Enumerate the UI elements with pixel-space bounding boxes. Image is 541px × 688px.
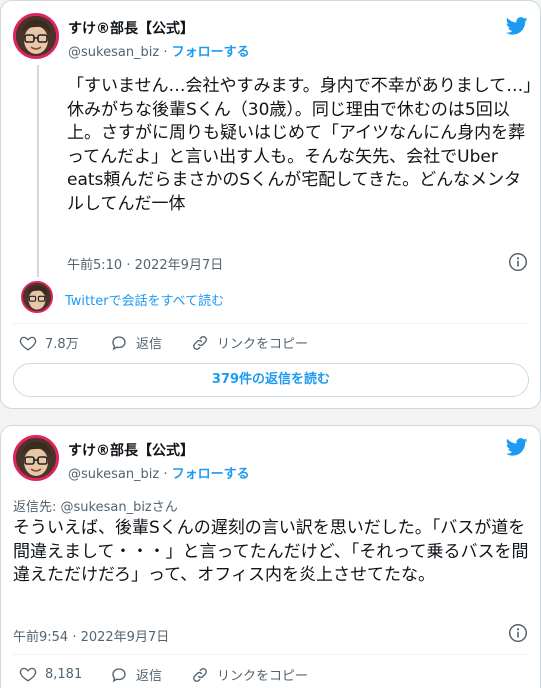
twitter-bird-icon[interactable] — [506, 438, 528, 456]
divider — [13, 654, 528, 655]
copy-link-action[interactable]: リンクをコピー — [191, 333, 308, 352]
handle-row: @sukesan_biz · フォローする — [68, 463, 250, 482]
tweet-card-2: すけ®部長【公式】 @sukesan_biz · フォローする 返信先: @su… — [0, 425, 541, 688]
link-icon — [193, 667, 207, 682]
separator: · — [163, 45, 168, 60]
like-count: 7.8万 — [45, 337, 79, 352]
follow-button[interactable]: フォローする — [172, 45, 250, 60]
heart-icon — [19, 667, 37, 682]
copy-link-action[interactable]: リンクをコピー — [191, 665, 308, 684]
reply-label: 返信 — [136, 669, 163, 684]
avatar[interactable] — [13, 13, 59, 59]
reply-action[interactable]: 返信 — [110, 665, 162, 684]
reply-icon — [112, 335, 126, 350]
handle-row: @sukesan_biz · フォローする — [68, 41, 250, 60]
author-name[interactable]: すけ®部長【公式】 — [68, 18, 194, 38]
twitter-bird-icon[interactable] — [506, 17, 528, 35]
thread-line — [37, 65, 39, 277]
reply-to-label[interactable]: 返信先: @sukesan_bizさん — [13, 496, 178, 515]
tweet-text: そういえば、後輩Sくんの遅刻の言い訳を思いだした。「バスが道を間違えまして・・・… — [13, 518, 529, 585]
link-icon — [193, 335, 207, 350]
read-full-conversation-link[interactable]: Twitterで会話をすべて読む — [65, 290, 224, 309]
timestamp[interactable]: 午前5:10 · 2022年9月7日 — [67, 254, 223, 273]
heart-icon — [19, 336, 37, 351]
tweet-card-1: すけ®部長【公式】 @sukesan_biz · フォローする 「すいません…会… — [0, 0, 541, 409]
avatar-small — [21, 281, 53, 313]
copy-link-label: リンクをコピー — [217, 337, 309, 352]
author-handle[interactable]: @sukesan_biz — [68, 45, 159, 60]
reply-icon — [112, 667, 126, 682]
divider — [13, 323, 528, 324]
info-icon[interactable] — [508, 252, 528, 272]
follow-button[interactable]: フォローする — [172, 467, 250, 482]
read-replies-button[interactable]: 379件の返信を読む — [13, 363, 529, 397]
copy-link-label: リンクをコピー — [217, 669, 309, 684]
reply-action[interactable]: 返信 — [110, 333, 162, 352]
reply-label: 返信 — [136, 337, 163, 352]
info-icon[interactable] — [508, 623, 528, 643]
like-action[interactable]: 7.8万 — [19, 333, 79, 352]
author-name[interactable]: すけ®部長【公式】 — [68, 440, 194, 460]
like-count: 8,181 — [45, 666, 83, 682]
separator: · — [163, 467, 168, 482]
timestamp[interactable]: 午前9:54 · 2022年9月7日 — [13, 626, 169, 645]
author-handle[interactable]: @sukesan_biz — [68, 467, 159, 482]
avatar[interactable] — [13, 435, 59, 481]
like-action[interactable]: 8,181 — [19, 665, 82, 683]
tweet-text: 「すいません…会社やすみます。身内で不幸がありまして…」休みがちな後輩Sくん（3… — [67, 76, 532, 214]
